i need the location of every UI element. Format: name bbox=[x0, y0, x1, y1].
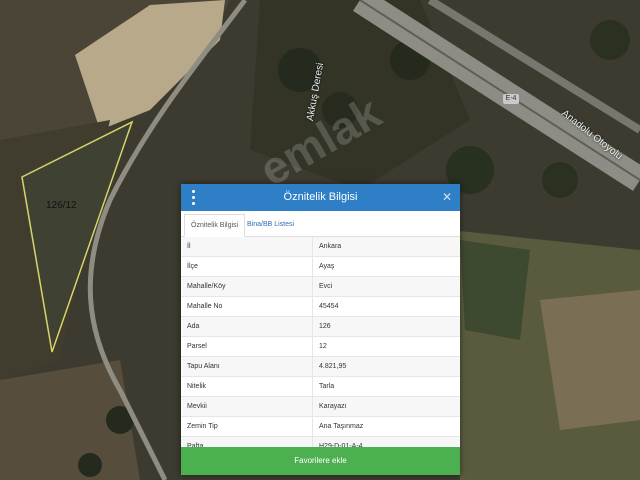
row-value: Ayaş bbox=[319, 263, 335, 270]
add-to-favorites-button[interactable]: Favorilere ekle bbox=[181, 447, 460, 475]
table-row: İl Ankara bbox=[181, 237, 460, 257]
table-row: İlçe Ayaş bbox=[181, 257, 460, 277]
road-badge: E-4 bbox=[503, 94, 519, 104]
row-key: Tapu Alanı bbox=[181, 357, 313, 376]
row-key: Nitelik bbox=[181, 377, 313, 396]
row-value: 12 bbox=[319, 343, 327, 350]
row-value: Ana Taşınmaz bbox=[319, 423, 364, 430]
tab-building-list[interactable]: Bina/BB Listesi bbox=[241, 214, 300, 235]
row-value: Karayazı bbox=[319, 403, 347, 410]
row-key: Parsel bbox=[181, 337, 313, 356]
table-row: Nitelik Tarla bbox=[181, 377, 460, 397]
table-row: Ada 126 bbox=[181, 317, 460, 337]
row-key: Mahalle No bbox=[181, 297, 313, 316]
row-key: Zemin Tip bbox=[181, 417, 313, 436]
table-row: Mahalle/Köy Evci bbox=[181, 277, 460, 297]
panel-header: Öznitelik Bilgisi ✕ bbox=[181, 184, 460, 211]
table-row: Zemin Tip Ana Taşınmaz bbox=[181, 417, 460, 437]
table-row: Mahalle No 45454 bbox=[181, 297, 460, 317]
table-row: Parsel 12 bbox=[181, 337, 460, 357]
tab-attribute-info[interactable]: Öznitelik Bilgisi bbox=[184, 214, 246, 237]
row-key: İlçe bbox=[181, 257, 313, 276]
row-value: 45454 bbox=[319, 303, 339, 310]
panel-title: Öznitelik Bilgisi bbox=[283, 191, 358, 203]
attribute-table: İl Ankara İlçe Ayaş Mahalle/Köy Evci Mahall… bbox=[181, 237, 460, 457]
row-value: 126 bbox=[319, 323, 331, 330]
close-icon[interactable]: ✕ bbox=[442, 190, 452, 204]
table-row: Mevkii Karayazı bbox=[181, 397, 460, 417]
row-key: Ada bbox=[181, 317, 313, 336]
row-key: Mahalle/Köy bbox=[181, 277, 313, 296]
attribute-info-panel: Öznitelik Bilgisi ✕ Öznitelik Bilgisi Bi… bbox=[181, 184, 460, 475]
row-value: Ankara bbox=[319, 243, 342, 250]
row-value: Tarla bbox=[319, 383, 335, 390]
table-row: Tapu Alanı 4.821,95 bbox=[181, 357, 460, 377]
row-value: 4.821,95 bbox=[319, 363, 347, 370]
row-key: Mevkii bbox=[181, 397, 313, 416]
panel-tabs: Öznitelik Bilgisi Bina/BB Listesi bbox=[181, 211, 460, 237]
row-key: İl bbox=[181, 237, 313, 256]
row-value: Evci bbox=[319, 283, 333, 290]
parcel-label: 126/12 bbox=[46, 200, 77, 211]
